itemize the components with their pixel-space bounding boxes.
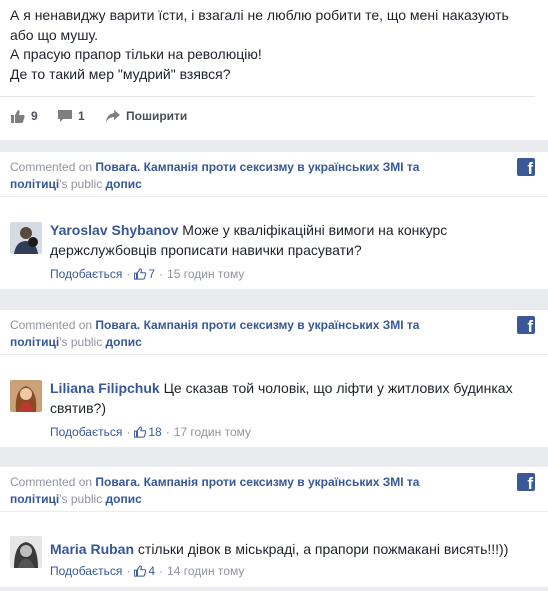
post-link[interactable]: допис [106, 492, 142, 506]
comment-body: Yaroslav Shybanov Може у кваліфікаційні … [50, 221, 520, 260]
avatar[interactable] [10, 380, 42, 412]
post-text-line: А я ненавиджу варити їсти, і взагалі не … [10, 7, 509, 23]
comment-text-line2: святив?) [50, 399, 106, 416]
like-link[interactable]: Подобається [50, 425, 122, 439]
commented-on-text: Commented on [10, 475, 93, 489]
comment-like-count: 4 [148, 564, 156, 578]
comment-text: стільки дівок в міськраді, а прапори пож… [137, 541, 509, 557]
thumbs-up-icon [134, 268, 147, 280]
comment-body: Liliana Filipchuk Це сказав той чоловік,… [50, 379, 520, 418]
commented-on-text: Commented on [10, 160, 93, 174]
public-text: public [70, 335, 103, 349]
comment-body: Maria Ruban стільки дівок в міськраді, а… [50, 540, 520, 560]
like-link[interactable]: Подобається [50, 267, 122, 281]
post-action-bar: 9 1 Поширити [0, 96, 535, 137]
comment-meta: Подобається · 18 · 17 годин тому [50, 425, 251, 439]
thumbs-up-icon [134, 565, 147, 577]
possessive-text: 's [59, 492, 68, 506]
separator-dot: · [126, 425, 131, 439]
comment-time[interactable]: 17 годин тому [174, 425, 251, 439]
comment-author[interactable]: Yaroslav Shybanov [50, 222, 178, 238]
divider [0, 354, 548, 355]
like-button[interactable]: 9 [11, 109, 38, 123]
commented-on-text: Commented on [10, 318, 93, 332]
comment-bubble-icon [58, 109, 72, 122]
public-text: public [70, 492, 103, 506]
comment-card: Commented on Повага. Кампанія проти секс… [0, 152, 548, 289]
post-text: А я ненавиджу варити їсти, і взагалі не … [10, 6, 530, 84]
divider [0, 511, 548, 512]
comment-context: Commented on Повага. Кампанія проти секс… [10, 474, 480, 508]
facebook-logo-icon[interactable]: f [517, 473, 535, 493]
comment-text: Може у кваліфікаційні вимоги на конкурс [182, 222, 448, 238]
post-text-line: Де то такий мер "мудрий" взявся? [10, 65, 231, 82]
comment-time[interactable]: 14 годин тому [167, 564, 244, 578]
comment-text-line2: держслужбовців прописати навички прасува… [50, 241, 362, 258]
comment-count: 1 [78, 109, 85, 123]
like-count: 9 [31, 109, 38, 123]
separator-dot: · [159, 267, 164, 281]
thumbs-up-icon [11, 109, 25, 123]
comment-card: Commented on Повага. Кампанія проти секс… [0, 467, 548, 587]
comment-author[interactable]: Liliana Filipchuk [50, 380, 160, 396]
post-text-line: А прасую прапор тільки на революцію! [10, 46, 262, 62]
comment-button[interactable]: 1 [58, 109, 85, 123]
comment-likes[interactable]: 7 [134, 267, 155, 281]
comment-context: Commented on Повага. Кампанія проти секс… [10, 159, 480, 193]
facebook-logo-icon[interactable]: f [517, 316, 535, 336]
post-link[interactable]: допис [106, 177, 142, 191]
possessive-text: 's [59, 335, 68, 349]
comment-like-count: 7 [148, 267, 156, 281]
comment-likes[interactable]: 18 [134, 425, 162, 439]
avatar[interactable] [10, 536, 42, 568]
avatar[interactable] [10, 222, 42, 254]
top-post: А я ненавиджу варити їсти, і взагалі не … [0, 0, 548, 140]
possessive-text: 's [59, 177, 68, 191]
separator-dot: · [126, 267, 131, 281]
comment-meta: Подобається · 7 · 15 годин тому [50, 267, 244, 281]
comment-meta: Подобається · 4 · 14 годин тому [50, 564, 244, 578]
comment-likes[interactable]: 4 [134, 564, 155, 578]
like-link[interactable]: Подобається [50, 564, 122, 578]
share-arrow-icon [106, 110, 120, 122]
comment-author[interactable]: Maria Ruban [50, 541, 134, 557]
post-text-line: або що мушу. [10, 26, 99, 43]
separator-dot: · [126, 564, 131, 578]
separator-dot: · [165, 425, 170, 439]
share-label: Поширити [126, 109, 188, 123]
share-button[interactable]: Поширити [106, 109, 187, 123]
divider [0, 196, 548, 197]
comment-context: Commented on Повага. Кампанія проти секс… [10, 317, 480, 351]
public-text: public [70, 177, 103, 191]
comment-text: Це сказав той чоловік, що ліфти у житлов… [163, 380, 513, 396]
post-link[interactable]: допис [106, 335, 142, 349]
comment-card: Commented on Повага. Кампанія проти секс… [0, 310, 548, 447]
comment-time[interactable]: 15 годин тому [167, 267, 244, 281]
separator-dot: · [159, 564, 164, 578]
comment-like-count: 18 [148, 425, 162, 439]
thumbs-up-icon [134, 426, 147, 438]
facebook-logo-icon[interactable]: f [517, 158, 535, 178]
